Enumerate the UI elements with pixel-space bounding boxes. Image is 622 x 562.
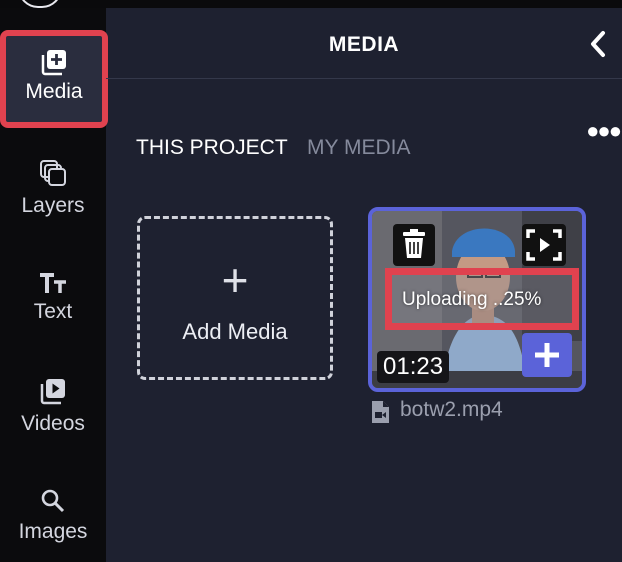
sidebar-item-label: Media	[25, 80, 83, 103]
upload-progress: Uploading ..25%	[385, 268, 579, 330]
sidebar-item-label: Videos	[21, 412, 85, 435]
fullscreen-play-icon	[526, 229, 562, 261]
video-duration: 01:23	[377, 351, 450, 383]
plus-icon: +	[221, 254, 249, 306]
add-media-button[interactable]: + Add Media	[137, 216, 333, 380]
add-to-timeline-button[interactable]	[522, 333, 572, 377]
more-options-icon[interactable]: ●●●	[586, 118, 622, 144]
add-media-icon	[41, 50, 66, 76]
video-library-icon	[40, 379, 65, 405]
sidebar: Media Layers Text Videos Images	[0, 8, 108, 562]
add-media-label: Add Media	[182, 319, 288, 344]
sidebar-item-text[interactable]: Text	[0, 272, 106, 324]
trash-icon	[403, 229, 425, 258]
video-file-icon	[372, 401, 389, 423]
sidebar-item-media[interactable]: Media	[0, 30, 108, 128]
panel-header: MEDIA	[106, 8, 622, 79]
sidebar-item-videos[interactable]: Videos	[0, 376, 106, 436]
upload-status-text: Uploading ..25%	[402, 289, 542, 310]
avatar[interactable]	[18, 0, 62, 8]
text-icon	[40, 273, 66, 293]
sidebar-item-label: Layers	[21, 194, 85, 217]
layers-icon	[40, 160, 66, 186]
chevron-left-icon[interactable]	[586, 30, 610, 58]
sidebar-item-layers[interactable]: Layers	[0, 158, 106, 218]
top-bar	[0, 0, 622, 8]
preview-button[interactable]	[522, 224, 566, 266]
tab-this-project[interactable]: THIS PROJECT	[136, 136, 288, 160]
sidebar-item-images[interactable]: Images	[0, 488, 106, 544]
media-filename: botw2.mp4	[400, 398, 503, 421]
sidebar-item-label: Images	[18, 520, 88, 543]
page-title: MEDIA	[328, 33, 400, 56]
media-thumbnail[interactable]: Uploading ..25% 01:23	[368, 207, 586, 392]
search-icon	[41, 489, 65, 513]
sidebar-item-label: Text	[33, 300, 73, 323]
delete-button[interactable]	[393, 224, 435, 266]
tab-my-media[interactable]: MY MEDIA	[307, 136, 410, 160]
plus-icon	[535, 343, 559, 367]
